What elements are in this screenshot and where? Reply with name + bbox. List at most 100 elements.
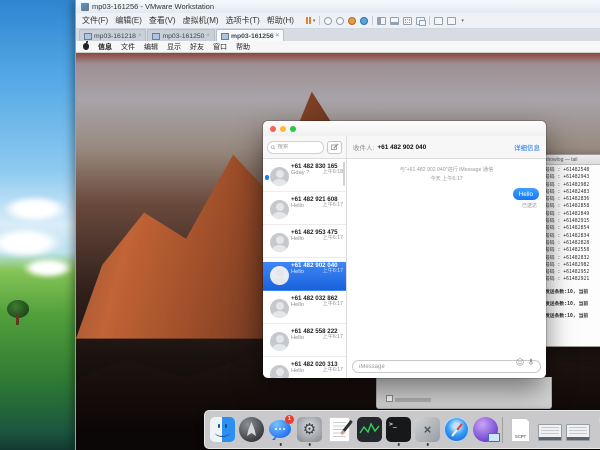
zoom-window-button[interactable]	[290, 126, 296, 132]
search-icon	[271, 145, 275, 150]
message-input[interactable]	[352, 360, 541, 373]
dropdown-caret-icon: ▾	[313, 18, 316, 24]
take-snapshot-icon[interactable]	[336, 17, 344, 25]
revert-snapshot-icon[interactable]	[348, 17, 356, 25]
log-terminal-window[interactable]: showlog — tail 号码 : +61482548号码 : +61482…	[541, 154, 600, 347]
tab-close-icon[interactable]: ×	[206, 33, 210, 39]
macos-menu-view[interactable]: 显示	[167, 42, 181, 52]
pause-button[interactable]: ▾	[306, 17, 316, 24]
avatar	[270, 266, 289, 285]
avatar	[270, 365, 289, 378]
conversation-row[interactable]: +61 482 558 222 Hello 上午6:17	[263, 328, 346, 357]
details-link[interactable]: 详细信息	[514, 142, 540, 152]
system-preferences-dock-icon[interactable]: ⚙	[297, 417, 322, 442]
macos-menu-buddies[interactable]: 好友	[190, 42, 204, 52]
avatar	[270, 299, 289, 318]
cloud	[22, 258, 74, 278]
utility-app-dock-icon[interactable]: ×	[415, 417, 440, 442]
tab-close-icon[interactable]: ×	[138, 33, 142, 39]
conversation-row-selected[interactable]: +61 482 902 040 Hello 上午6:17	[263, 262, 346, 291]
show-library-icon[interactable]	[377, 17, 386, 25]
messages-dock-icon[interactable]: 1	[268, 417, 293, 442]
textedit-dock-icon[interactable]	[329, 417, 350, 442]
tab-close-icon[interactable]: ×	[276, 33, 280, 39]
external-displays-icon[interactable]	[447, 17, 456, 25]
conversation-list[interactable]: +61 482 830 165 Gday ? 上午6:18 +61 482 92…	[263, 159, 347, 378]
screen-sharing-dock-icon[interactable]	[473, 417, 498, 442]
minimized-window-icon[interactable]	[566, 424, 590, 441]
cloud	[2, 196, 68, 222]
fullscreen-icon[interactable]	[403, 17, 412, 25]
menu-vm[interactable]: 虚拟机(M)	[183, 15, 219, 26]
dropdown-caret-icon: ▾	[461, 18, 464, 24]
menu-edit[interactable]: 编辑(E)	[115, 15, 142, 26]
messages-toolbar: 收件人: +61 482 902 040 详细信息	[263, 136, 546, 159]
cross-icon: ×	[424, 423, 432, 436]
compose-button[interactable]	[327, 141, 342, 154]
messages-titlebar[interactable]	[263, 121, 546, 136]
log-line: 号码 : +61482982	[545, 262, 600, 269]
search-input[interactable]	[277, 144, 320, 150]
finder-dock-icon[interactable]	[210, 417, 235, 442]
search-field[interactable]	[267, 141, 324, 154]
unread-dot	[265, 175, 270, 180]
waveform-icon	[357, 417, 382, 442]
list-scrollbar[interactable]	[343, 162, 345, 186]
messages-body: +61 482 830 165 Gday ? 上午6:18 +61 482 92…	[263, 159, 546, 378]
vmware-titlebar: mp03-161256 - VMware Workstation	[76, 0, 600, 13]
menu-tabs[interactable]: 选项卡(T)	[226, 15, 260, 26]
conversation-row[interactable]: +61 482 020 313 Hello 上午6:17	[263, 361, 346, 378]
avatar	[270, 167, 289, 186]
menu-help[interactable]: 帮助(H)	[267, 15, 294, 26]
log-line: 号码 : +61482558	[545, 247, 600, 254]
console-view-icon[interactable]	[434, 17, 443, 25]
conversation-row[interactable]: +61 482 921 608 Hello 上午6:17	[263, 196, 346, 225]
vmware-window-title: mp03-161256 - VMware Workstation	[92, 2, 214, 11]
launchpad-dock-icon[interactable]	[239, 417, 264, 442]
cloud	[0, 228, 62, 258]
conversation-row[interactable]: +61 482 830 165 Gday ? 上午6:18	[263, 163, 346, 192]
vmware-logo-icon	[81, 3, 89, 11]
traffic-lights	[270, 126, 296, 132]
macos-menu-edit[interactable]: 编辑	[144, 42, 158, 52]
activity-monitor-dock-icon[interactable]	[357, 417, 382, 442]
dock: 1 ⚙ >_ × SCPT	[204, 410, 600, 449]
menu-view[interactable]: 查看(V)	[149, 15, 176, 26]
minimized-window-icon[interactable]	[538, 424, 562, 441]
macos-menu-help[interactable]: 帮助	[236, 42, 250, 52]
close-window-button[interactable]	[270, 126, 276, 132]
script-file-dock-icon[interactable]: SCPT	[511, 418, 530, 442]
list-toolbar	[263, 136, 347, 158]
log-line: 发送条数:10, 当前	[545, 313, 600, 320]
manage-snapshots-icon[interactable]	[360, 17, 368, 25]
menu-file[interactable]: 文件(F)	[82, 15, 108, 26]
vm-tab-icon	[221, 33, 229, 40]
chat-timestamp: 今天 上午6:17	[347, 175, 546, 182]
apple-menu-icon[interactable]	[83, 43, 89, 50]
macos-menubar: 信息 文件 编辑 显示 好友 窗口 帮助	[76, 41, 600, 53]
unity-mode-icon[interactable]	[416, 17, 425, 25]
to-value[interactable]: +61 482 902 040	[377, 144, 426, 151]
emoji-icon[interactable]	[516, 358, 524, 366]
dialog-checkbox[interactable]	[386, 395, 393, 402]
send-ctrl-alt-del-icon[interactable]	[324, 17, 332, 25]
vm-tab-icon	[84, 33, 92, 40]
avatar	[270, 233, 289, 252]
log-line: 号码 : +61482828	[545, 240, 600, 247]
safari-dock-icon[interactable]	[444, 417, 469, 442]
terminal-dock-icon[interactable]: >_	[386, 417, 411, 442]
message-input-row	[347, 351, 546, 379]
conversation-row[interactable]: +61 482 032 862 Hello 上午6:17	[263, 295, 346, 324]
minimize-window-button[interactable]	[280, 126, 286, 132]
macos-menu-window[interactable]: 窗口	[213, 42, 227, 52]
microphone-icon[interactable]	[527, 358, 535, 366]
conversation-row[interactable]: +61 482 953 475 Hello 上午6:17	[263, 229, 346, 258]
background-dialog[interactable]	[376, 377, 552, 409]
log-line: 号码 : +61482832	[545, 255, 600, 262]
vmware-window: mp03-161256 - VMware Workstation 文件(F) 编…	[75, 0, 600, 450]
macos-menu-file[interactable]: 文件	[121, 42, 135, 52]
log-line: 号码 : +61482921	[545, 276, 600, 283]
macos-menu-messages[interactable]: 信息	[98, 42, 112, 52]
show-thumbnail-bar-icon[interactable]	[390, 17, 399, 25]
log-line: 发送条数:10, 当前	[545, 301, 600, 308]
